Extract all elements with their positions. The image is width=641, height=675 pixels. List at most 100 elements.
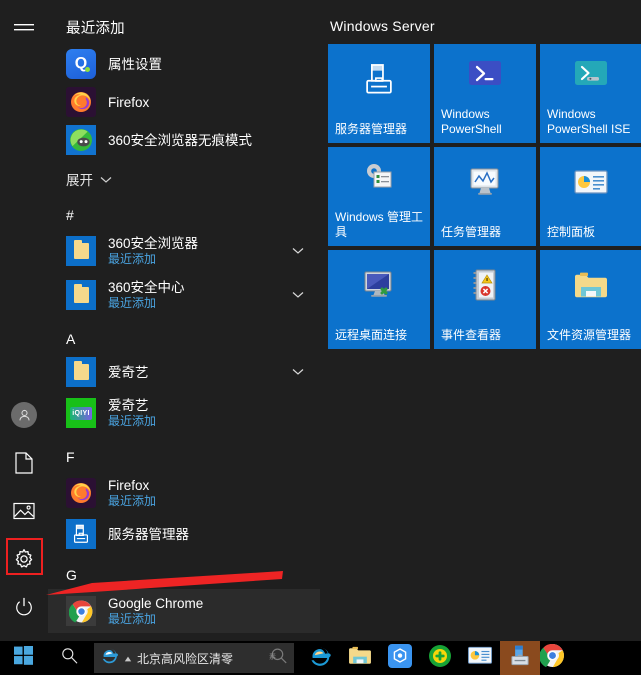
chevron-down-icon[interactable] bbox=[292, 242, 304, 260]
letter-header: F bbox=[48, 435, 320, 471]
hamburger-menu-button[interactable] bbox=[0, 5, 48, 53]
hamburger-icon bbox=[14, 22, 34, 36]
powershell-icon bbox=[434, 52, 536, 96]
news-headline: 北京高风险区清零 bbox=[137, 650, 233, 667]
app-sublabel: 最近添加 bbox=[108, 414, 156, 429]
svg-text:素: 素 bbox=[269, 652, 276, 661]
app-name: 服务器管理器 bbox=[108, 526, 189, 543]
ie-icon bbox=[308, 644, 332, 673]
tile-control-panel[interactable]: 控制面板 bbox=[540, 147, 641, 246]
search-icon[interactable]: 素 bbox=[268, 647, 288, 670]
taskbar-item-control-panel[interactable] bbox=[460, 641, 500, 675]
gear-icon bbox=[13, 548, 35, 570]
tile-windows-admin-tools[interactable]: Windows 管理工具 bbox=[328, 147, 430, 246]
list-item[interactable]: iQIYI 爱奇艺 最近添加 bbox=[48, 391, 320, 435]
search-button[interactable] bbox=[46, 641, 92, 675]
folder-icon bbox=[66, 280, 96, 310]
list-item[interactable]: Q 属性设置 bbox=[48, 45, 320, 83]
sidebar-item-settings[interactable] bbox=[0, 535, 48, 583]
list-item[interactable]: 爱奇艺 bbox=[48, 353, 320, 391]
document-icon bbox=[15, 452, 33, 474]
tile-windows-powershell[interactable]: Windows PowerShell bbox=[434, 44, 536, 143]
list-item[interactable]: Firefox bbox=[48, 83, 320, 121]
qq-icon: Q bbox=[66, 49, 96, 79]
tile-windows-powershell-ise[interactable]: Windows PowerShell ISE bbox=[540, 44, 641, 143]
sidebar-item-user-account[interactable] bbox=[0, 391, 48, 439]
chrome-icon bbox=[66, 596, 96, 626]
360-incognito-icon bbox=[66, 125, 96, 155]
taskbar-item-file-explorer[interactable] bbox=[340, 641, 380, 675]
power-icon bbox=[14, 597, 34, 617]
tile-label: Windows PowerShell ISE bbox=[547, 107, 635, 137]
start-menu: 最近添加 Q 属性设置 bbox=[0, 0, 641, 641]
app-sublabel: 最近添加 bbox=[108, 252, 198, 267]
firefox-icon bbox=[66, 478, 96, 508]
green-plus-icon bbox=[428, 644, 452, 673]
tile-label: 任务管理器 bbox=[441, 225, 529, 240]
server-manager-icon bbox=[328, 58, 430, 102]
list-item[interactable]: 360安全中心 最近添加 bbox=[48, 273, 320, 317]
expand-button[interactable]: 展开 bbox=[48, 159, 320, 193]
tile-server-manager[interactable]: 服务器管理器 bbox=[328, 44, 430, 143]
app-name: Firefox bbox=[108, 94, 149, 111]
tile-label: 控制面板 bbox=[547, 225, 635, 240]
server-manager-icon bbox=[66, 519, 96, 549]
app-list[interactable]: 最近添加 Q 属性设置 bbox=[48, 0, 320, 641]
remote-desktop-icon bbox=[328, 264, 430, 308]
chevron-down-icon[interactable] bbox=[292, 363, 304, 381]
folder-icon bbox=[66, 357, 96, 387]
app-name: 360安全浏览器无痕模式 bbox=[108, 132, 252, 149]
app-sublabel: 最近添加 bbox=[108, 612, 203, 627]
taskbar-item-internet-explorer[interactable] bbox=[300, 641, 340, 675]
tile-label: 文件资源管理器 bbox=[547, 328, 635, 343]
start-menu-left-rail bbox=[0, 0, 48, 641]
iqiyi-icon: iQIYI bbox=[66, 398, 96, 428]
tile-file-explorer[interactable]: 文件资源管理器 bbox=[540, 250, 641, 349]
user-icon bbox=[11, 402, 37, 428]
list-item[interactable]: 360安全浏览器无痕模式 bbox=[48, 121, 320, 159]
sidebar-item-power[interactable] bbox=[0, 583, 48, 631]
folder-icon bbox=[347, 645, 373, 672]
taskbar-item-blue-hex-app[interactable] bbox=[380, 641, 420, 675]
sidebar-item-pictures[interactable] bbox=[0, 487, 48, 535]
windows-logo-icon bbox=[14, 646, 33, 670]
start-button[interactable] bbox=[0, 641, 46, 675]
list-item[interactable]: Google Chrome 最近添加 bbox=[48, 589, 320, 633]
chevron-down-icon bbox=[100, 172, 112, 187]
taskbar-item-server-manager[interactable] bbox=[500, 641, 540, 675]
chevron-down-icon[interactable] bbox=[292, 286, 304, 304]
control-panel-icon bbox=[540, 161, 641, 205]
list-item[interactable]: 服务器管理器 bbox=[48, 515, 320, 553]
list-item[interactable]: 360安全浏览器 最近添加 bbox=[48, 229, 320, 273]
tile-group-title: Windows Server bbox=[328, 14, 641, 44]
taskbar: 北京高风险区清零 素 bbox=[0, 641, 641, 675]
sidebar-item-documents[interactable] bbox=[0, 439, 48, 487]
taskbar-item-google-chrome[interactable] bbox=[540, 641, 568, 675]
app-name: 360安全浏览器 bbox=[108, 235, 198, 252]
tile-task-manager[interactable]: 任务管理器 bbox=[434, 147, 536, 246]
screen: 最近添加 Q 属性设置 bbox=[0, 0, 641, 675]
tile-label: Windows 管理工具 bbox=[335, 210, 423, 240]
news-widget[interactable]: 北京高风险区清零 素 bbox=[94, 643, 294, 673]
tile-label: 服务器管理器 bbox=[335, 122, 423, 137]
search-icon bbox=[61, 647, 78, 669]
app-name: 360安全中心 bbox=[108, 279, 185, 296]
admin-tools-icon bbox=[328, 155, 430, 199]
firefox-icon bbox=[66, 87, 96, 117]
powershell-ise-icon bbox=[540, 52, 641, 96]
tile-event-viewer[interactable]: 事件查看器 bbox=[434, 250, 536, 349]
tile-label: 事件查看器 bbox=[441, 328, 529, 343]
taskbar-item-360-safe[interactable] bbox=[420, 641, 460, 675]
app-name: Firefox bbox=[108, 477, 156, 494]
tile-remote-desktop[interactable]: 远程桌面连接 bbox=[328, 250, 430, 349]
news-caret-icon bbox=[124, 649, 132, 667]
hexagon-icon bbox=[388, 644, 412, 673]
control-panel-icon bbox=[467, 645, 493, 672]
ie-icon bbox=[100, 646, 119, 670]
tile-label: 远程桌面连接 bbox=[335, 328, 423, 343]
list-item[interactable]: Firefox 最近添加 bbox=[48, 471, 320, 515]
app-sublabel: 最近添加 bbox=[108, 494, 156, 509]
recently-added-list: Q 属性设置 bbox=[48, 45, 320, 159]
letter-header: A bbox=[48, 317, 320, 353]
letter-header: # bbox=[48, 193, 320, 229]
